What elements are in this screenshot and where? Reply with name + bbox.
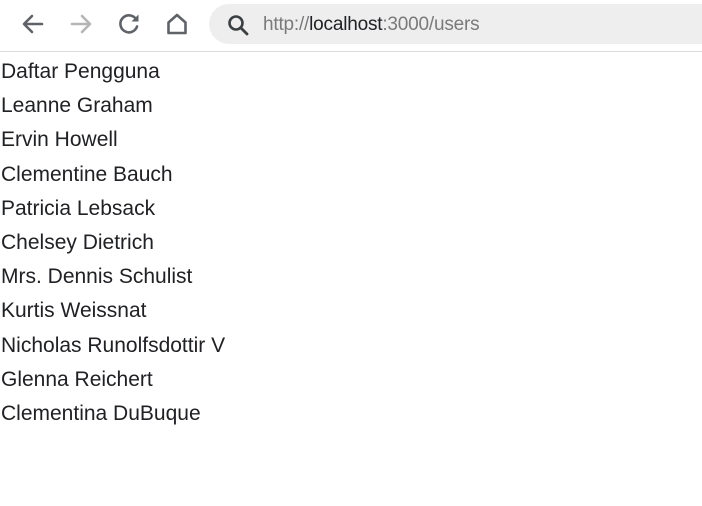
user-list-item: Chelsey Dietrich: [1, 231, 154, 255]
home-icon: [167, 13, 187, 35]
reload-button[interactable]: [113, 8, 145, 40]
address-bar[interactable]: http://localhost:3000/users: [209, 4, 702, 44]
arrow-right-icon: [70, 14, 92, 34]
user-list-item: Mrs. Dennis Schulist: [1, 265, 193, 289]
user-list-item: Leanne Graham: [1, 94, 153, 118]
url-text[interactable]: http://localhost:3000/users: [263, 14, 480, 36]
user-list-item: Ervin Howell: [1, 128, 118, 152]
user-list-item: Nicholas Runolfsdottir V: [1, 333, 226, 357]
forward-button[interactable]: [65, 8, 97, 40]
home-button[interactable]: [161, 8, 193, 40]
back-button[interactable]: [17, 8, 49, 40]
url-scheme: http://: [263, 14, 310, 35]
url-host: localhost: [309, 14, 383, 35]
user-list-item: Kurtis Weissnat: [1, 299, 147, 323]
url-path: :3000/users: [382, 14, 480, 35]
user-list-item: Patricia Lebsack: [1, 196, 156, 220]
browser-toolbar: http://localhost:3000/users: [0, 0, 702, 52]
page-heading: Daftar Pengguna: [1, 60, 160, 83]
user-list-item: Glenna Reichert: [1, 367, 153, 391]
user-list-item: Clementine Bauch: [1, 162, 173, 186]
page-content: Daftar Pengguna Leanne Graham Ervin Howe…: [1, 55, 691, 431]
arrow-left-icon: [22, 14, 44, 34]
user-list-item: Clementina DuBuque: [1, 402, 201, 426]
reload-icon: [119, 14, 139, 34]
search-icon: [228, 15, 249, 36]
